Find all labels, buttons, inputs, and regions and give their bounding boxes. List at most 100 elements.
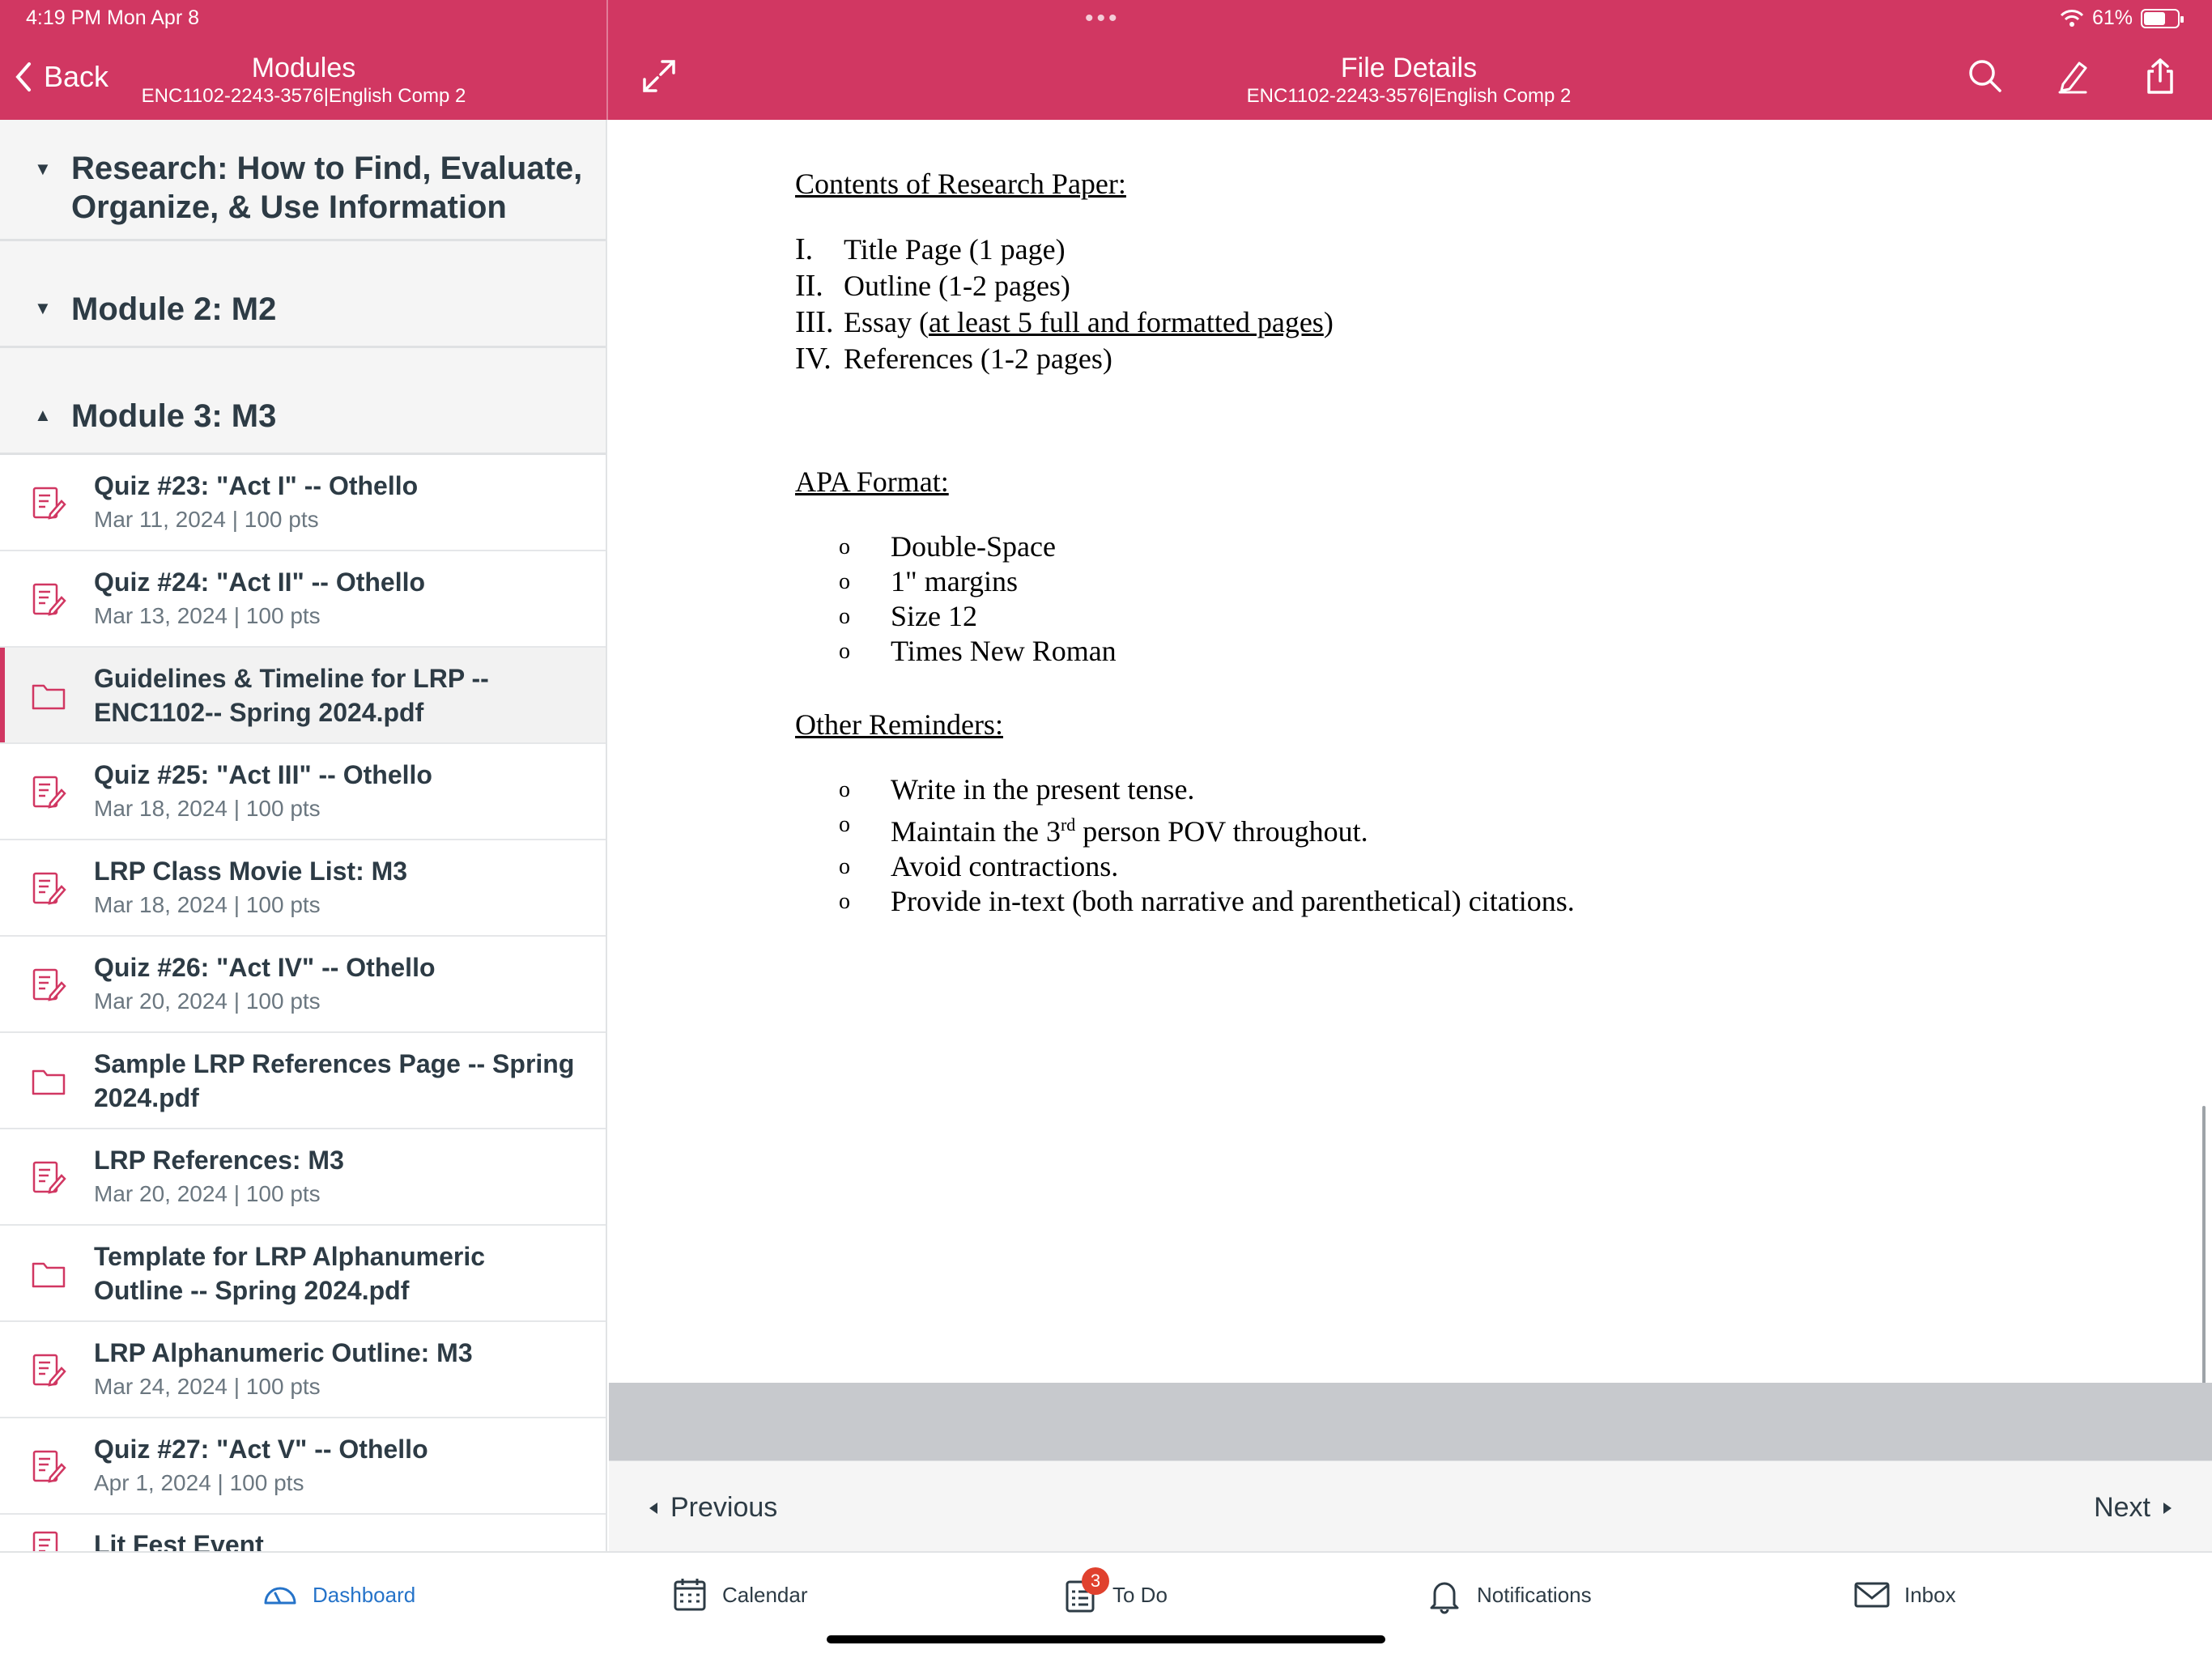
module-item-quiz-25[interactable]: Quiz #25: "Act III" -- Othello Mar 18, 2… (0, 744, 606, 840)
home-indicator[interactable] (827, 1635, 1385, 1643)
module-item-lit-fest-event[interactable]: Lit Fest Event (0, 1515, 606, 1551)
wifi-icon (2060, 9, 2084, 27)
annotate-pen-icon[interactable] (2053, 57, 2092, 96)
top-navigation-bar: 4:19 PM Mon Apr 8 ••• 61% Back Modules E… (0, 0, 2212, 120)
header-divider (606, 0, 608, 120)
contents-item: II. Outline (1-2 pages) (795, 269, 1070, 303)
caret-down-icon: ▼ (34, 298, 52, 318)
apa-item: o Size 12 (839, 600, 977, 632)
module-item-quiz-26[interactable]: Quiz #26: "Act IV" -- Othello Mar 20, 20… (0, 937, 606, 1033)
triangle-right-icon (2163, 1502, 2172, 1514)
item-title: Quiz #23: "Act I" -- Othello (94, 470, 419, 500)
file-preview[interactable]: Contents of Research Paper: I. Title Page… (609, 120, 2212, 1575)
item-title: Quiz #25: "Act III" -- Othello (94, 759, 432, 789)
todo-badge: 3 (1082, 1567, 1109, 1595)
battery-percent: 61% (2091, 6, 2133, 29)
search-icon[interactable] (1966, 57, 2005, 96)
quiz-icon (32, 776, 66, 809)
caret-up-icon: ▲ (34, 405, 52, 425)
module-item-alphanumeric-outline[interactable]: LRP Alphanumeric Outline: M3 Mar 24, 202… (0, 1322, 606, 1418)
expand-icon[interactable] (640, 57, 678, 96)
battery-icon (2141, 8, 2184, 28)
apa-list: o Double-Space o 1" margins o Size 12 o Time… (795, 529, 2091, 669)
item-title: LRP Class Movie List: M3 (94, 856, 408, 886)
tab-dashboard[interactable]: Dashboard (261, 1575, 415, 1614)
bell-icon (1430, 1582, 1459, 1614)
item-title: 2024.pdf (94, 1082, 199, 1112)
document-page: Contents of Research Paper: I. Title Page… (795, 167, 2091, 958)
reminder-item: o Write in the present tense. (839, 773, 1195, 806)
modules-sidebar: ▼ Research: How to Find, Evaluate, Organ… (0, 120, 607, 1551)
document-end-band (609, 1383, 2212, 1460)
module-item-guidelines-pdf[interactable]: Guidelines & Timeline for LRP -- ENC1102… (0, 648, 606, 744)
section-header-module-3[interactable]: ▲ Module 3: M3 (0, 348, 606, 455)
share-icon[interactable] (2141, 57, 2180, 96)
item-meta: Mar 24, 2024 | 100 pts (94, 1373, 321, 1399)
caret-down-icon: ▼ (34, 159, 52, 179)
item-title: Quiz #27: "Act V" -- Othello (94, 1434, 428, 1464)
inbox-icon (1854, 1582, 1890, 1608)
apa-item: o 1" margins (839, 565, 1019, 597)
modules-header: Modules ENC1102-2243-3576|English Comp 2 (130, 52, 478, 108)
contents-item: III. Essay (at least 5 full and formatted… (795, 305, 1334, 339)
assignment-icon (32, 1531, 58, 1551)
item-title: Lit Fest Event (94, 1530, 264, 1551)
module-item-quiz-27[interactable]: Quiz #27: "Act V" -- Othello Apr 1, 2024… (0, 1418, 606, 1515)
status-right: 61% (2060, 6, 2184, 30)
previous-button[interactable]: Previous (648, 1492, 777, 1524)
section-title: Module 3: M3 (71, 398, 277, 434)
item-title: Outline -- Spring 2024.pdf (94, 1275, 410, 1305)
apa-item: o Times New Roman (839, 635, 1117, 667)
file-details-subtitle: ENC1102-2243-3576|English Comp 2 (1246, 85, 1572, 107)
item-meta: Mar 13, 2024 | 100 pts (94, 602, 321, 628)
module-item-movie-list[interactable]: LRP Class Movie List: M3 Mar 18, 2024 | … (0, 840, 606, 937)
reminders-heading: Other Reminders: (795, 708, 1003, 741)
tab-inbox[interactable]: Inbox (1853, 1575, 1956, 1614)
item-title: Guidelines & Timeline for LRP -- (94, 663, 489, 693)
assignment-icon (32, 872, 66, 905)
module-item-quiz-23[interactable]: Quiz #23: "Act I" -- Othello Mar 11, 202… (0, 455, 606, 551)
contents-list: I. Title Page (1 page) II. Outline (1-2 pa… (795, 232, 2091, 377)
section-header-module-2[interactable]: ▼ Module 2: M2 (0, 241, 606, 348)
file-details-header: File Details ENC1102-2243-3576|English C… (1134, 52, 1684, 108)
item-title: ENC1102-- Spring 2024.pdf (94, 697, 424, 727)
folder-icon (32, 1069, 66, 1095)
contents-item: I. Title Page (1 page) (795, 232, 1066, 266)
next-button[interactable]: Next (2094, 1492, 2173, 1524)
multitasking-dots[interactable]: ••• (1085, 5, 1121, 32)
section-title: Research: How to Find, Evaluate, (71, 151, 583, 186)
item-meta: Mar 20, 2024 | 100 pts (94, 1180, 321, 1206)
folder-icon (32, 684, 66, 709)
quiz-icon (32, 1450, 66, 1483)
contents-heading: Contents of Research Paper: (795, 168, 1126, 200)
apa-item: o Double-Space (839, 530, 1056, 563)
item-meta: Mar 20, 2024 | 100 pts (94, 988, 321, 1014)
item-title: Sample LRP References Page -- Spring (94, 1048, 575, 1078)
module-item-sample-references-pdf[interactable]: Sample LRP References Page -- Spring 202… (0, 1033, 606, 1129)
apa-heading: APA Format: (795, 466, 949, 498)
item-title: Quiz #24: "Act II" -- Othello (94, 567, 426, 597)
section-title: Module 2: M2 (71, 291, 277, 327)
chevron-left-icon (15, 62, 31, 91)
back-button[interactable]: Back (13, 60, 108, 94)
modules-subtitle: ENC1102-2243-3576|English Comp 2 (141, 85, 466, 107)
module-item-lrp-references[interactable]: LRP References: M3 Mar 20, 2024 | 100 pt… (0, 1129, 606, 1226)
tab-todo[interactable]: 3 To Do (1061, 1567, 1168, 1614)
module-item-quiz-24[interactable]: Quiz #24: "Act II" -- Othello Mar 13, 20… (0, 551, 606, 648)
quiz-icon (32, 583, 66, 616)
tab-calendar[interactable]: Calendar (670, 1575, 808, 1614)
item-title: LRP Alphanumeric Outline: M3 (94, 1337, 473, 1367)
section-title: Organize, & Use Information (71, 189, 507, 225)
reminder-item: o Avoid contractions. (839, 850, 1119, 882)
item-pager: Previous Next (609, 1460, 2212, 1551)
status-time: 4:19 PM Mon Apr 8 (26, 6, 200, 29)
contents-item: IV. References (1-2 pages) (795, 342, 1112, 376)
item-meta: Mar 18, 2024 | 100 pts (94, 891, 321, 917)
module-item-outline-template-pdf[interactable]: Template for LRP Alphanumeric Outline --… (0, 1226, 606, 1322)
tab-notifications[interactable]: Notifications (1425, 1575, 1592, 1614)
item-title: LRP References: M3 (94, 1145, 344, 1175)
section-header-research[interactable]: ▼ Research: How to Find, Evaluate, Organ… (0, 120, 606, 241)
reminders-list: o Write in the present tense. o Maintain t… (795, 772, 2091, 919)
calendar-icon (674, 1579, 706, 1611)
quiz-icon (32, 487, 66, 520)
